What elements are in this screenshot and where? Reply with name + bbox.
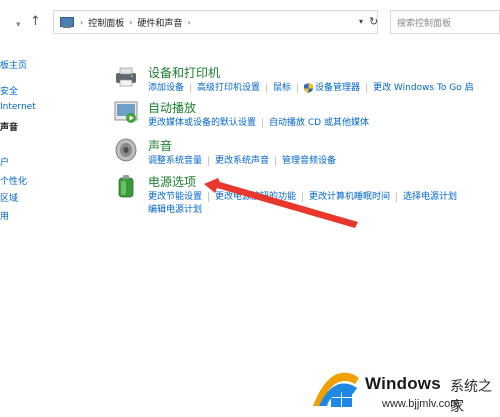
windows-logo-icon xyxy=(313,372,359,407)
watermark: Windows 系统之家 www.bjjmlv.com xyxy=(305,362,500,417)
red-annotation-arrow xyxy=(204,178,358,228)
watermark-sub: 系统之家 xyxy=(450,379,492,415)
watermark-brand: Windows xyxy=(365,374,441,393)
watermark-url: www.bjjmlv.com xyxy=(382,398,460,410)
